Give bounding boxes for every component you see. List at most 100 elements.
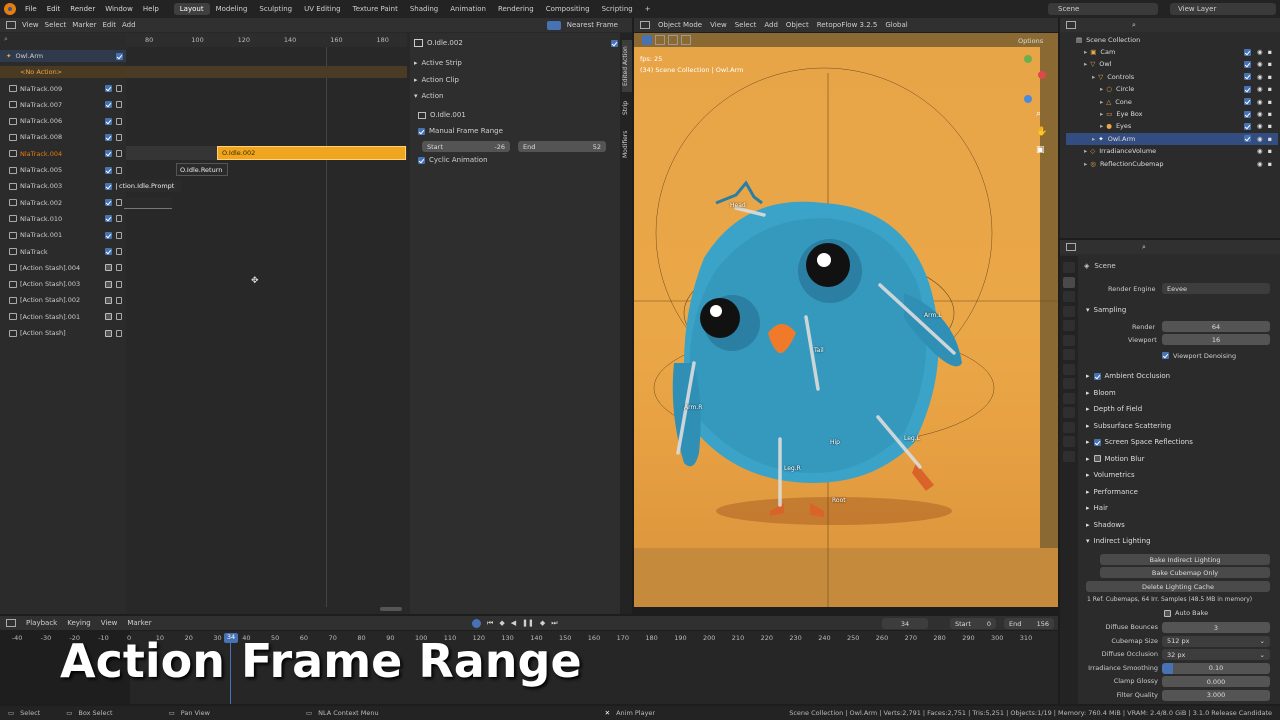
- timeline-menu-view[interactable]: View: [101, 619, 118, 627]
- track-mute-checkbox[interactable]: [105, 329, 112, 337]
- visibility-eye-icon[interactable]: ◉: [1257, 160, 1263, 168]
- nla-track-row[interactable]: [Action Stash]: [7, 327, 125, 340]
- outliner-scene-collection[interactable]: ▤ Scene Collection: [1066, 34, 1278, 46]
- track-mute-checkbox[interactable]: [105, 248, 112, 255]
- nla-menu-edit[interactable]: Edit: [102, 21, 116, 29]
- nla-track-row[interactable]: NlaTrack: [7, 245, 125, 258]
- timeline-end-field[interactable]: End 156: [1004, 618, 1054, 629]
- workspace-tab-modeling[interactable]: Modeling: [210, 3, 254, 15]
- track-solo-icon[interactable]: [9, 313, 17, 321]
- nla-strip-return[interactable]: O.Idle.Return: [176, 163, 228, 176]
- nla-horizontal-scrollbar[interactable]: [380, 607, 402, 611]
- track-mute-checkbox[interactable]: [105, 231, 112, 239]
- snap-mode-dropdown[interactable]: Nearest Frame: [567, 21, 618, 29]
- delete-lighting-cache-button[interactable]: Delete Lighting Cache: [1086, 581, 1270, 592]
- render-camera-icon[interactable]: ▪: [1268, 85, 1272, 93]
- workspace-tab-scripting[interactable]: Scripting: [596, 3, 639, 15]
- track-camera-icon[interactable]: [116, 85, 122, 92]
- nla-track-row[interactable]: [Action Stash].003: [7, 278, 125, 291]
- track-solo-icon[interactable]: [9, 231, 17, 239]
- jump-keyframe-forward-icon[interactable]: ◆: [540, 619, 545, 627]
- visibility-eye-icon[interactable]: ◉: [1257, 147, 1263, 155]
- disclosure-right-icon[interactable]: ▸: [1100, 110, 1103, 118]
- disclosure-right-icon[interactable]: ▸: [1100, 85, 1103, 93]
- active-strip-panel-header[interactable]: ▸ Active Strip: [414, 57, 614, 69]
- sidebar-tab-strip[interactable]: Strip: [622, 96, 632, 120]
- track-mute-checkbox[interactable]: [105, 133, 112, 141]
- exclude-checkbox[interactable]: [1243, 60, 1251, 68]
- render-camera-icon[interactable]: ▪: [1268, 160, 1272, 168]
- properties-tab-scene-icon[interactable]: [1063, 320, 1075, 331]
- clamp-glossy-field[interactable]: 0.000: [1162, 676, 1270, 687]
- filter-quality-field[interactable]: 3.000: [1162, 689, 1270, 701]
- properties-tab-tool-icon[interactable]: [1063, 262, 1075, 273]
- track-mute-checkbox[interactable]: [105, 101, 112, 109]
- nla-track-row[interactable]: [Action Stash].004: [7, 261, 125, 274]
- diffuse-occlusion-field[interactable]: 32 px ⌄: [1162, 649, 1270, 660]
- bake-indirect-lighting-button[interactable]: Bake Indirect Lighting: [1100, 554, 1270, 565]
- render-camera-icon[interactable]: ▪: [1268, 147, 1272, 155]
- transform-orientation-dropdown[interactable]: Global: [885, 21, 907, 29]
- properties-editor-type-icon[interactable]: [1066, 243, 1076, 251]
- ambient-occlusion-checkbox[interactable]: [1093, 372, 1101, 380]
- timeline-start-field[interactable]: Start 0: [950, 618, 996, 629]
- track-camera-icon[interactable]: [116, 133, 122, 141]
- exclude-checkbox[interactable]: [1243, 98, 1251, 106]
- properties-tab-particles-icon[interactable]: [1063, 378, 1075, 389]
- motion-blur-checkbox[interactable]: [1093, 455, 1101, 462]
- outliner-item-cam[interactable]: ▸ ▣ Cam ◉ ▪: [1066, 46, 1278, 58]
- disclosure-right-icon[interactable]: ▸: [1084, 160, 1087, 168]
- track-solo-icon[interactable]: [9, 85, 17, 92]
- diffuse-bounces-field[interactable]: 3: [1162, 622, 1270, 633]
- render-camera-icon[interactable]: ▪: [1268, 135, 1272, 143]
- action-selector[interactable]: O.Idle.001: [418, 109, 608, 121]
- track-mute-checkbox[interactable]: [105, 85, 112, 92]
- track-mute-checkbox[interactable]: [105, 264, 112, 272]
- viewport-menu-select[interactable]: Select: [735, 21, 757, 29]
- frame-end-field[interactable]: End 52: [518, 141, 606, 152]
- navigation-gizmo[interactable]: [1010, 55, 1050, 105]
- nla-track-row[interactable]: [Action Stash].001: [7, 310, 125, 323]
- render-camera-icon[interactable]: ▪: [1268, 48, 1272, 56]
- properties-tab-data-icon[interactable]: [1063, 421, 1075, 433]
- timeline-menu-playback[interactable]: Playback: [26, 619, 57, 627]
- render-camera-icon[interactable]: ▪: [1268, 122, 1272, 130]
- menu-file[interactable]: File: [20, 5, 42, 13]
- disclosure-right-icon[interactable]: ▸: [1084, 147, 1087, 155]
- properties-tab-physics-icon[interactable]: [1063, 392, 1075, 404]
- sidebar-title-checkbox[interactable]: [611, 39, 618, 47]
- gizmo-x-axis-icon[interactable]: [1038, 71, 1046, 79]
- irradiance-smoothing-field[interactable]: 0.10: [1162, 662, 1270, 674]
- track-mute-checkbox[interactable]: [105, 182, 112, 190]
- track-mute-checkbox[interactable]: [105, 117, 112, 125]
- track-camera-icon[interactable]: [116, 199, 122, 207]
- viewport-menu-add[interactable]: Add: [764, 21, 778, 29]
- cyclic-animation-checkbox[interactable]: [418, 156, 425, 164]
- visibility-eye-icon[interactable]: ◉: [1257, 48, 1263, 56]
- screen-space-reflections-checkbox[interactable]: [1093, 438, 1101, 446]
- track-mute-checkbox[interactable]: [105, 313, 112, 321]
- viewport-options-button[interactable]: Options: [1018, 37, 1043, 45]
- track-solo-icon[interactable]: [9, 248, 17, 255]
- viewport[interactable]: fps: 25 (34) Scene Collection | Owl.Arm …: [634, 33, 1058, 607]
- render-camera-icon[interactable]: ▪: [1268, 60, 1272, 68]
- ambient-occlusion-panel-header[interactable]: ▸ Ambient Occlusion: [1086, 369, 1272, 383]
- outliner-item-eyes[interactable]: ▸ ● Eyes ◉ ▪: [1066, 120, 1278, 132]
- workspace-tab-layout[interactable]: Layout: [173, 3, 210, 15]
- viewport-samples-field[interactable]: 16: [1162, 334, 1270, 345]
- no-action-channel[interactable]: <No Action>: [0, 66, 126, 78]
- workspace-tab-shading[interactable]: Shading: [404, 3, 444, 15]
- sampling-panel-header[interactable]: ▾ Sampling: [1086, 303, 1272, 317]
- auto-bake-toggle[interactable]: Auto Bake: [1164, 608, 1264, 618]
- track-camera-icon[interactable]: [116, 215, 122, 223]
- add-workspace-button[interactable]: +: [639, 3, 657, 15]
- subsurface-scattering-panel-header[interactable]: ▸ Subsurface Scattering: [1086, 419, 1272, 433]
- nla-strip-active[interactable]: O.Idle.002: [217, 146, 406, 160]
- pause-icon[interactable]: ❚❚: [522, 619, 534, 627]
- select-box-icon[interactable]: [655, 35, 665, 45]
- track-lock-icon[interactable]: [116, 329, 122, 337]
- track-solo-icon[interactable]: [9, 150, 17, 158]
- track-solo-icon[interactable]: [9, 166, 17, 174]
- track-mute-checkbox[interactable]: [105, 280, 112, 288]
- track-camera-icon[interactable]: [116, 231, 122, 239]
